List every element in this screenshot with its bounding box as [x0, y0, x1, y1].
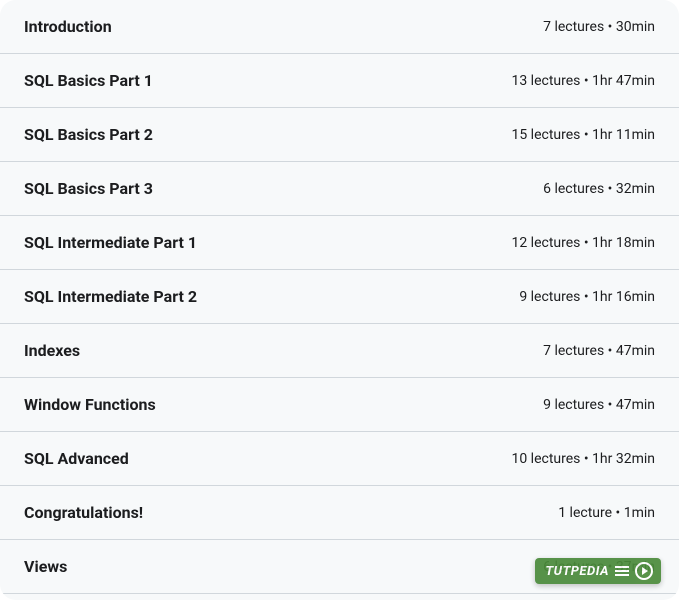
section-row[interactable]: SQL Intermediate Part 1 12 lectures • 1h… — [0, 216, 679, 270]
section-row[interactable]: SQL Intermediate Part 2 9 lectures • 1hr… — [0, 270, 679, 324]
watermark-badge: TUTPEDIA — [535, 558, 661, 584]
section-title: SQL Basics Part 1 — [24, 71, 153, 90]
section-meta: 1 lecture • 1min — [558, 505, 655, 521]
section-title: Views — [24, 557, 67, 576]
section-title: Indexes — [24, 341, 80, 360]
section-title: SQL Basics Part 3 — [24, 179, 153, 198]
section-row[interactable]: Window Functions 9 lectures • 47min — [0, 378, 679, 432]
watermark-text: TUTPEDIA — [545, 564, 609, 579]
section-meta: 7 lectures • 47min — [543, 343, 655, 359]
section-row[interactable]: Indexes 7 lectures • 47min — [0, 324, 679, 378]
section-title: Congratulations! — [24, 503, 143, 522]
section-title: SQL Advanced — [24, 449, 129, 468]
section-title: SQL Basics Part 2 — [24, 125, 153, 144]
section-meta: 15 lectures • 1hr 11min — [511, 127, 655, 143]
section-row[interactable]: SQL Basics Part 1 13 lectures • 1hr 47mi… — [0, 54, 679, 108]
speed-lines-icon — [615, 566, 629, 576]
section-title: Introduction — [24, 17, 112, 36]
section-meta: 7 lectures • 30min — [543, 19, 655, 35]
section-title: Window Functions — [24, 395, 156, 414]
section-meta: 9 lectures • 1hr 16min — [519, 289, 655, 305]
section-meta: 9 lectures • 47min — [543, 397, 655, 413]
section-meta: 10 lectures • 1hr 32min — [511, 451, 655, 467]
section-meta: 13 lectures • 1hr 47min — [511, 73, 655, 89]
section-title: SQL Intermediate Part 1 — [24, 233, 197, 252]
course-sections-list: Introduction 7 lectures • 30min SQL Basi… — [0, 0, 679, 600]
section-meta: 12 lectures • 1hr 18min — [511, 235, 655, 251]
play-icon — [635, 562, 653, 580]
section-row[interactable]: Introduction 7 lectures • 30min — [0, 0, 679, 54]
section-row[interactable]: SQL Basics Part 2 15 lectures • 1hr 11mi… — [0, 108, 679, 162]
section-meta: 6 lectures • 32min — [543, 181, 655, 197]
section-row[interactable]: Congratulations! 1 lecture • 1min — [0, 486, 679, 540]
section-title: SQL Intermediate Part 2 — [24, 287, 197, 306]
section-row[interactable]: SQL Basics Part 3 6 lectures • 32min — [0, 162, 679, 216]
section-row[interactable]: SQL Advanced 10 lectures • 1hr 32min — [0, 432, 679, 486]
